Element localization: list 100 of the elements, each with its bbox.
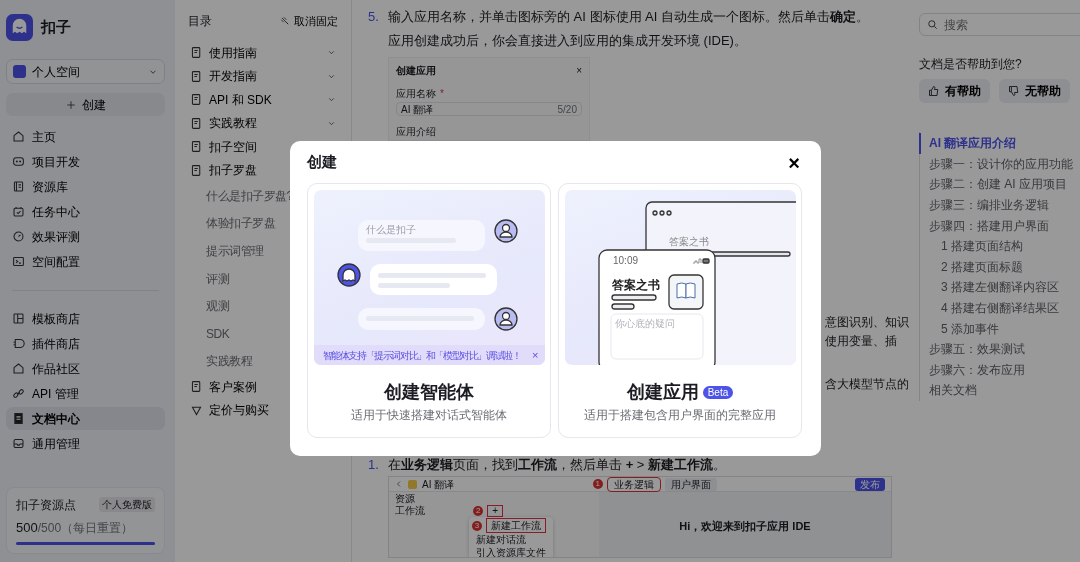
outline-link[interactable]: 步骤三：编排业务逻辑 <box>919 194 1079 216</box>
outline-link[interactable]: 相关文档 <box>919 380 1079 401</box>
app-title-text: 答案之书 <box>611 278 660 292</box>
app-name: AI 翻译 <box>422 477 455 492</box>
terminal-icon <box>12 255 25 268</box>
thumbs-down-icon <box>1008 85 1020 97</box>
option-card[interactable]: 什么是扣子 智能体支持「提示词对比」和「模型对比」调试啦！ × 创建智能体 适用于快速搭建对话式智能体 <box>307 183 551 438</box>
welcome-text: Hi，欢迎来到扣子应用 IDE <box>679 519 811 535</box>
toc-item[interactable]: 开发指南 <box>188 64 338 88</box>
outline-link[interactable]: 5 添加事件 <box>919 318 1079 339</box>
inbox-icon <box>12 437 25 450</box>
search-icon <box>927 19 938 30</box>
space-dropdown[interactable]: 个人空间 <box>6 59 165 84</box>
outline-link[interactable]: 步骤四：搭建用户界面 <box>919 215 1079 236</box>
bot-avatar-icon <box>336 263 361 287</box>
create-button[interactable]: 创建 <box>6 93 165 116</box>
unpin-button[interactable]: 取消固定 <box>280 12 338 30</box>
unpin-icon <box>280 16 290 26</box>
field-label: 应用介绍 <box>396 125 437 139</box>
step-marker: 3 <box>472 520 482 531</box>
user-avatar-icon <box>493 307 518 331</box>
document-icon <box>190 380 203 394</box>
nav-item[interactable]: 资源库 <box>6 175 165 198</box>
toc-item[interactable]: API 和 SDK <box>188 88 338 112</box>
step-number: 5. <box>368 8 380 26</box>
points-total: /500 <box>37 520 62 535</box>
outline-link[interactable]: 1 搭建页面结构 <box>919 235 1079 257</box>
thumbs-up-icon <box>928 85 940 97</box>
toc-item[interactable]: 实践教程 <box>188 111 338 135</box>
folder-label: 工作流 <box>395 505 425 517</box>
card-description: 适用于快速搭建对话式智能体 <box>351 407 507 424</box>
book-icon <box>676 282 695 299</box>
user-avatar-icon <box>493 219 518 243</box>
paragraph-text: 意图识别、知识 <box>825 315 909 330</box>
close-icon: × <box>576 63 582 78</box>
dialog-title: 创建应用 <box>396 64 436 78</box>
bot-face-icon <box>12 155 25 168</box>
nav-item[interactable]: 任务中心 <box>6 200 165 223</box>
question-text: 什么是扣子 <box>365 224 416 235</box>
nav-item[interactable]: 效果评测 <box>6 225 165 248</box>
paragraph: 应用创建成功后，你会直接进入到应用的集成开发环境 (IDE)。 <box>388 32 748 50</box>
link-icon <box>12 387 25 400</box>
panel-title: 资源 <box>395 493 416 505</box>
card-description: 适用于搭建包含用户界面的完整应用 <box>584 407 776 424</box>
nav-item[interactable]: 文档中心 <box>6 407 165 430</box>
reset-note: （每日重置） <box>61 520 134 535</box>
back-icon <box>395 480 403 488</box>
nav-item[interactable]: 模板商店 <box>6 307 165 330</box>
list-icon <box>12 180 25 193</box>
nav-item[interactable]: 插件商店 <box>6 332 165 355</box>
nav-item[interactable]: 空间配置 <box>6 250 165 273</box>
beta-badge: Beta <box>702 385 734 399</box>
step-number: 1. <box>368 456 380 474</box>
brand-name: 扣子 <box>41 17 71 38</box>
clock-text: 10:09 <box>612 255 638 266</box>
field-label: 应用名称 <box>396 88 436 99</box>
bot-logo-icon <box>6 14 33 41</box>
feedback-question: 文档是否帮助到您? <box>919 56 1023 73</box>
paragraph-text: 使用变量、插 <box>825 334 897 349</box>
toc-item[interactable]: 使用指南 <box>188 41 338 65</box>
paragraph-text: 含大模型节点的 <box>825 377 909 392</box>
option-card[interactable]: 答案之书 10:09 答案之书 你心底的疑问 创建应用 Beta 适用于搭建包含用户界面的完整应用 <box>558 183 802 438</box>
app-title-text: 答案之书 <box>668 236 709 247</box>
not-helpful-button[interactable]: 无帮助 <box>999 79 1070 103</box>
helpful-button[interactable]: 有帮助 <box>919 79 990 103</box>
nav-item[interactable]: API 管理 <box>6 382 165 405</box>
card-title: 创建智能体 <box>384 381 474 404</box>
nav-item[interactable]: 通用管理 <box>6 432 165 455</box>
layout-icon <box>12 312 25 325</box>
nav-item[interactable]: 作品社区 <box>6 357 165 380</box>
step-marker: 2 <box>473 506 484 516</box>
input-hint-text: 你心底的疑问 <box>614 318 675 329</box>
home-icon <box>12 130 25 143</box>
document-icon <box>12 412 25 425</box>
home-icon <box>12 362 25 375</box>
plugin-icon <box>12 337 25 350</box>
gauge-icon <box>12 230 25 243</box>
outline-link[interactable]: 步骤六：发布应用 <box>919 359 1079 381</box>
app-icon <box>408 479 417 489</box>
required-mark: * <box>440 88 444 99</box>
outline-link[interactable]: 3 搭建左侧翻译内容区 <box>919 277 1079 298</box>
plus-icon <box>65 99 76 110</box>
toc-title: 目录 <box>188 13 212 30</box>
document-icon <box>190 140 203 154</box>
dialog-title: 创建 <box>307 152 337 173</box>
outline-link[interactable]: 2 搭建页面标题 <box>919 256 1079 278</box>
outline-link[interactable]: AI 翻译应用介绍 <box>919 133 1079 154</box>
outline-link[interactable]: 步骤一：设计你的应用功能 <box>919 153 1079 175</box>
nav-item[interactable]: 项目开发 <box>6 150 165 173</box>
outline-link[interactable]: 4 搭建右侧翻译结果区 <box>919 297 1079 319</box>
close-button[interactable]: × <box>784 152 804 173</box>
search-field[interactable]: 搜索 <box>919 13 1080 36</box>
close-button[interactable]: × <box>530 349 539 361</box>
outline-link[interactable]: 步骤二：创建 AI 应用项目 <box>919 174 1079 195</box>
step-text: 在业务逻辑页面，找到工作流，然后单击 + > 新建工作流。 <box>388 456 727 474</box>
document-icon <box>190 69 203 83</box>
name-field: AI 翻译 5/20 <box>396 102 582 116</box>
outline-link[interactable]: 步骤五：效果测试 <box>919 338 1079 360</box>
nav-item[interactable]: 主页 <box>6 125 165 148</box>
resource-title: 扣子资源点 <box>16 496 76 514</box>
